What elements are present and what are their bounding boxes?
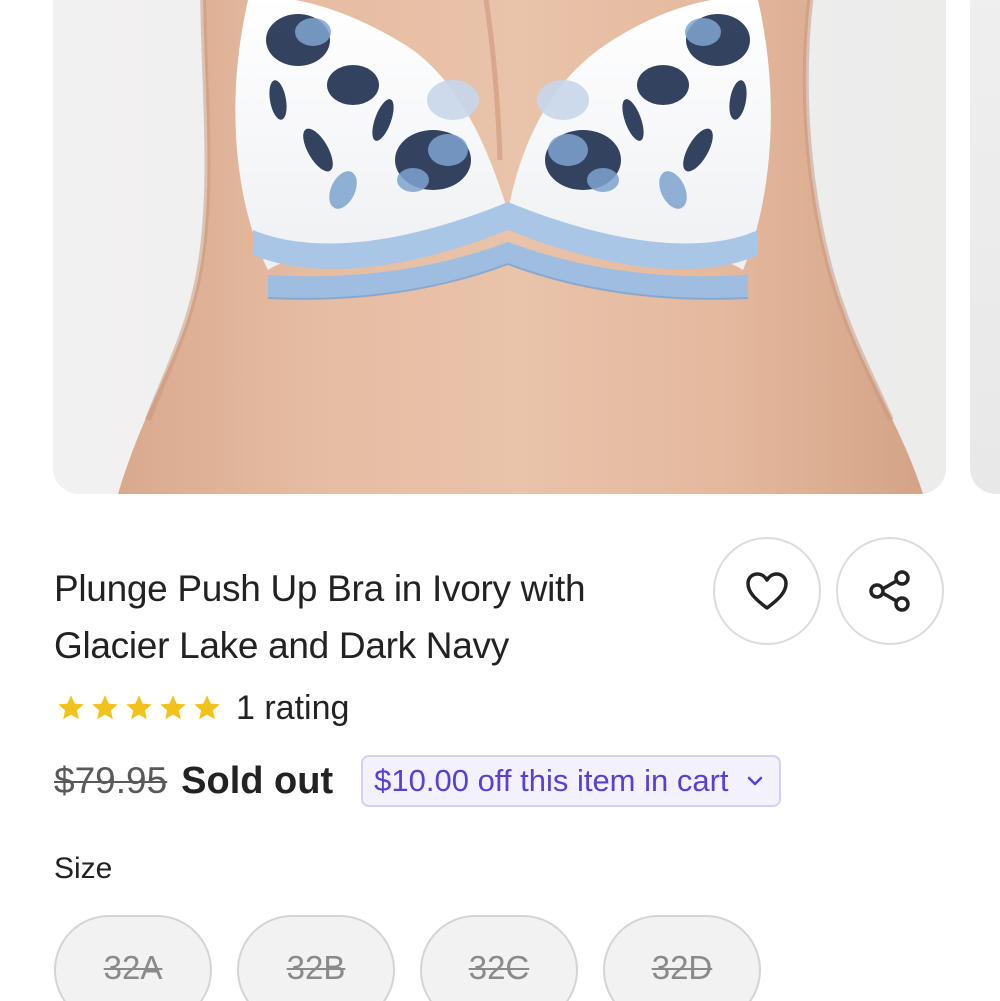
star-rating	[56, 693, 222, 723]
size-option-32b[interactable]: 32B	[237, 915, 395, 1001]
next-image-peek[interactable]	[970, 0, 1000, 494]
image-carousel[interactable]	[0, 0, 1000, 495]
rating-count: 1 rating	[236, 688, 350, 727]
star-icon	[194, 695, 220, 720]
size-label: Size	[54, 852, 113, 885]
price-row: $79.95 Sold out $10.00 off this item in …	[54, 752, 781, 810]
product-title: Plunge Push Up Bra in Ivory with Glacier…	[54, 568, 586, 666]
star-icon	[92, 695, 118, 720]
favorite-button[interactable]	[713, 537, 821, 645]
size-option-32a[interactable]: 32A	[54, 915, 212, 1001]
product-page: Plunge Push Up Bra in Ivory with Glacier…	[0, 0, 1000, 1001]
product-image[interactable]	[53, 0, 946, 494]
star-icon	[126, 695, 152, 720]
share-icon	[869, 570, 910, 612]
rating[interactable]: 1 rating	[56, 688, 349, 728]
size-option-32c[interactable]: 32C	[420, 915, 578, 1001]
heart-icon	[746, 572, 788, 610]
sold-out-status: Sold out	[181, 759, 334, 802]
promo-label: $10.00 off this item in cart	[374, 763, 729, 798]
size-options: 32A 32B 32C 32D	[54, 915, 786, 1001]
star-icon	[58, 695, 84, 720]
size-option-32d[interactable]: 32D	[603, 915, 761, 1001]
share-button[interactable]	[836, 537, 944, 645]
star-icon	[160, 695, 186, 720]
chevron-down-icon	[747, 776, 762, 786]
original-price: $79.95	[54, 760, 168, 801]
promo-chip[interactable]: $10.00 off this item in cart	[361, 755, 781, 807]
product-photo	[53, 0, 946, 494]
